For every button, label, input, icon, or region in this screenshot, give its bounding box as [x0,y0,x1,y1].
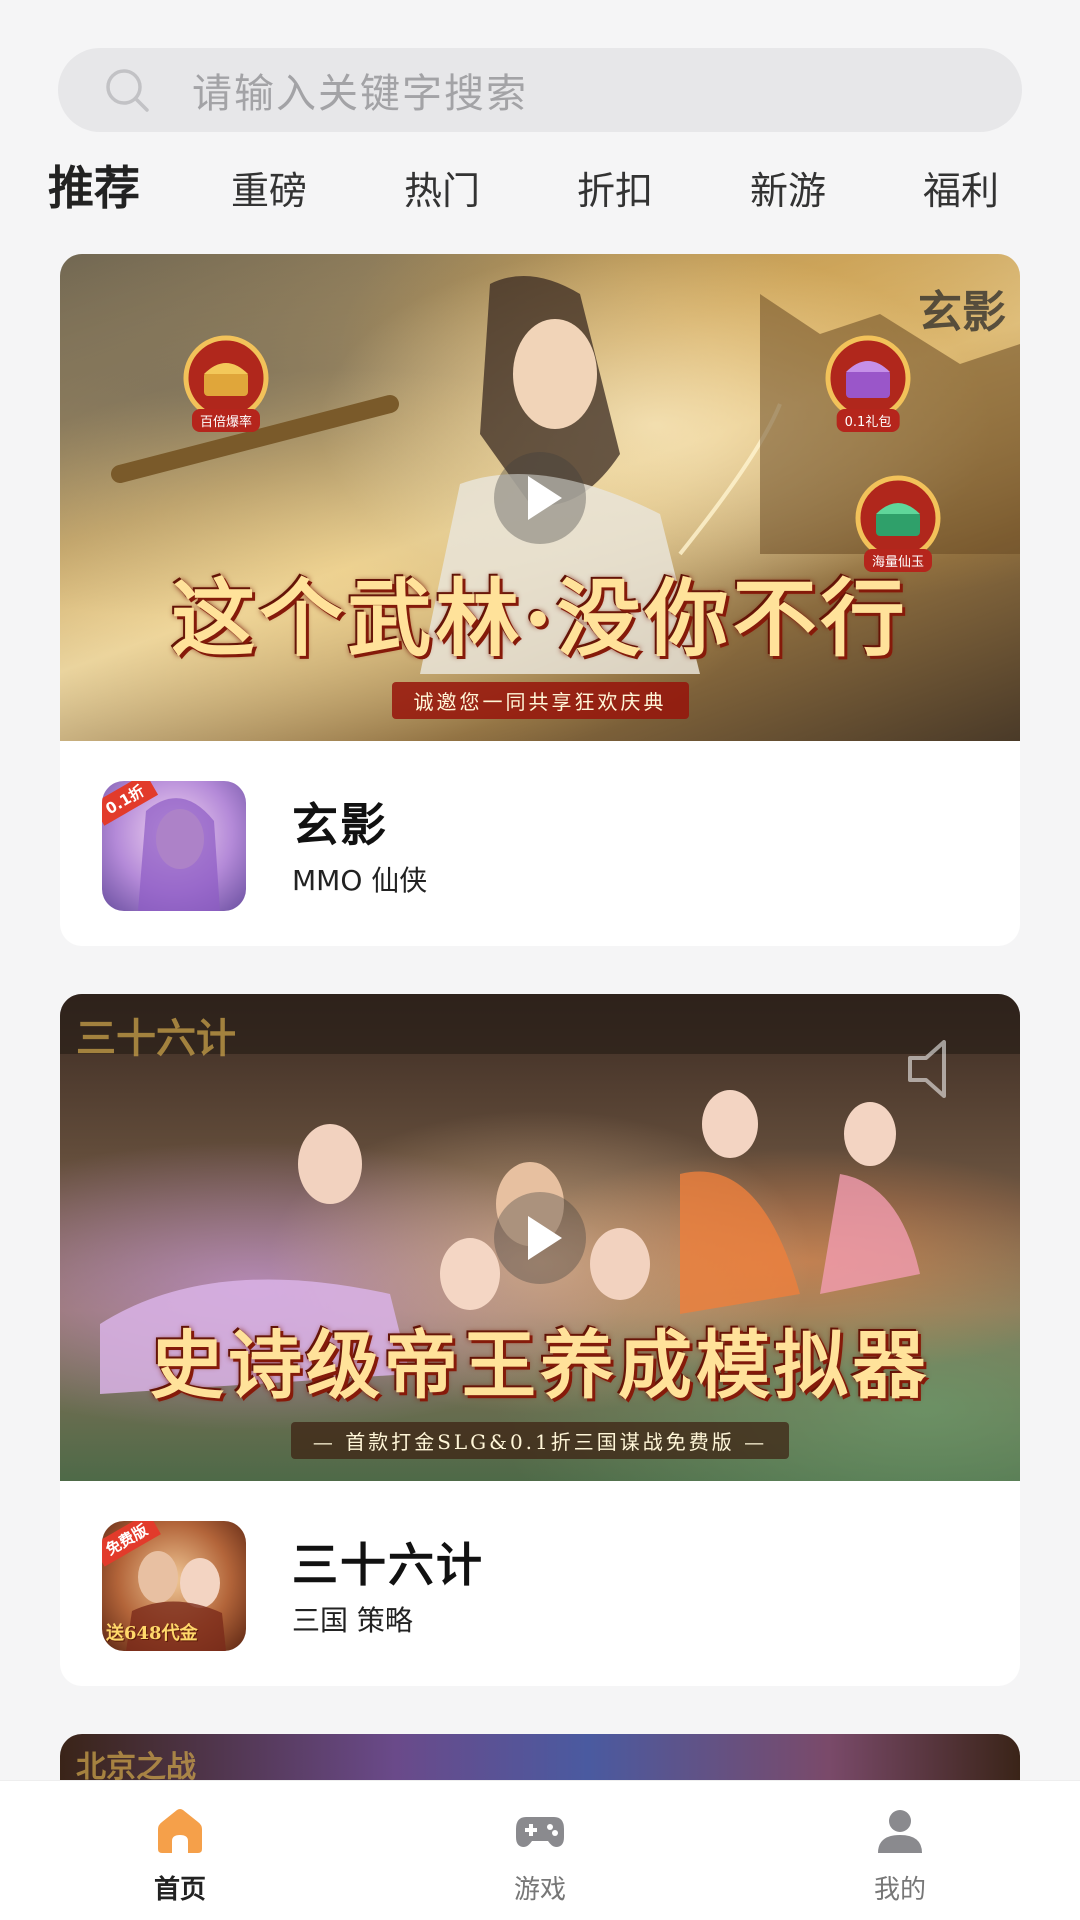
reward-chest-badge: 0.1礼包 [820,334,916,432]
game-info[interactable]: 免费版 送648代金 三十六计 三国 策略 [60,1481,1020,1686]
game-banner-video[interactable]: 三十六计 史诗级帝王养成模拟器 — 首款打金SLG&0.1折三国谋战免费版 — [60,994,1020,1481]
nav-games-label: 游戏 [513,1875,566,1905]
nav-home-label: 首页 [153,1875,206,1905]
gamepad-icon [512,1803,568,1859]
mute-icon[interactable] [900,1034,980,1104]
reward-chest-badge: 百倍爆率 [178,334,274,432]
tab-welfare[interactable]: 福利 [923,160,999,215]
tab-hot[interactable]: 热门 [404,160,480,215]
voucher-caption: 送648代金 [106,1623,198,1644]
game-tags: 三国 策略 [292,1604,413,1637]
nav-profile-label: 我的 [873,1875,926,1905]
search-bar[interactable]: 请输入关键字搜索 [58,48,1022,132]
banner-title: 这个武林·没你不行 [171,569,909,668]
tab-heavyweight[interactable]: 重磅 [231,160,307,215]
search-input[interactable]: 请输入关键字搜索 [192,61,528,119]
bottom-nav: 首页 游戏 我的 [0,1780,1080,1920]
game-card[interactable]: 三十六计 史诗级帝王养成模拟器 — 首款打金SLG&0.1折三国谋战免费版 — … [60,994,1020,1686]
search-icon [102,65,152,115]
banner-subtitle: — 首款打金SLG&0.1折三国谋战免费版 — [60,1422,1020,1459]
play-icon[interactable] [494,451,586,544]
nav-home[interactable]: 首页 [100,1803,260,1906]
game-name: 玄影 [292,798,388,852]
tab-recommend[interactable]: 推荐 [48,152,140,218]
nav-profile[interactable]: 我的 [820,1803,980,1906]
user-icon [872,1803,928,1859]
home-page: 请输入关键字搜索 推荐 重磅 热门 折扣 新游 福利 百倍爆率 0.1礼包 海量… [0,0,1080,1920]
tab-new-games[interactable]: 新游 [750,160,826,215]
home-icon [152,1803,208,1859]
game-tags: MMO 仙侠 [292,864,428,897]
game-app-icon[interactable]: 0.1折 [102,781,246,911]
banner-subtitle: 诚邀您一同共享狂欢庆典 [60,682,1020,719]
game-logo: 三十六计 [76,1015,236,1062]
nav-games[interactable]: 游戏 [460,1803,620,1906]
game-name: 三十六计 [292,1538,484,1592]
play-icon[interactable] [494,1191,586,1284]
category-tabs: 推荐 重磅 热门 折扣 新游 福利 [48,150,1028,220]
game-logo: 玄影 [918,287,1006,338]
game-info[interactable]: 0.1折 玄影 MMO 仙侠 [60,741,1020,946]
game-app-icon[interactable]: 免费版 送648代金 [102,1521,246,1651]
banner-title: 史诗级帝王养成模拟器 [150,1323,930,1409]
game-banner-video[interactable]: 百倍爆率 0.1礼包 海量仙玉 玄影 这个武林·没你不行 诚邀您一同共享狂欢庆典 [60,254,1020,741]
tab-discount[interactable]: 折扣 [577,160,653,215]
game-card[interactable]: 百倍爆率 0.1礼包 海量仙玉 玄影 这个武林·没你不行 诚邀您一同共享狂欢庆典… [60,254,1020,946]
